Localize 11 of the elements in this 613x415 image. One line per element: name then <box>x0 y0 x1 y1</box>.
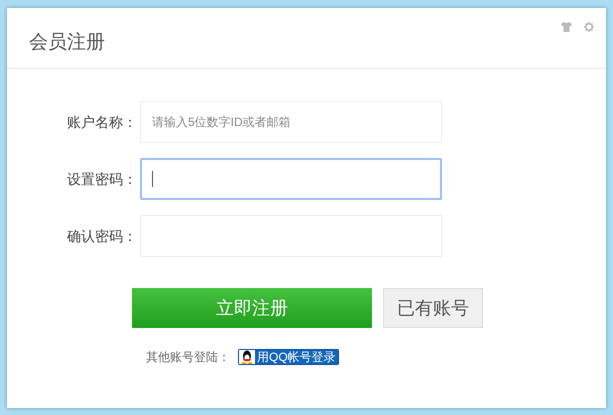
existing-account-button[interactable]: 已有账号 <box>383 288 483 328</box>
dialog-title: 会员注册 <box>29 30 105 55</box>
settings-icon[interactable] <box>584 22 594 32</box>
other-login-label: 其他账号登陆： <box>146 349 230 366</box>
input-field[interactable] <box>140 158 442 200</box>
field-label: 确认密码： <box>66 226 138 246</box>
shirt-icon[interactable] <box>561 22 572 32</box>
penguin-icon <box>239 350 255 364</box>
field-label: 设置密码： <box>66 170 138 188</box>
field-label: 账户名称： <box>66 112 138 132</box>
qq-login-button[interactable]: 用QQ帐号登录 <box>238 349 339 365</box>
